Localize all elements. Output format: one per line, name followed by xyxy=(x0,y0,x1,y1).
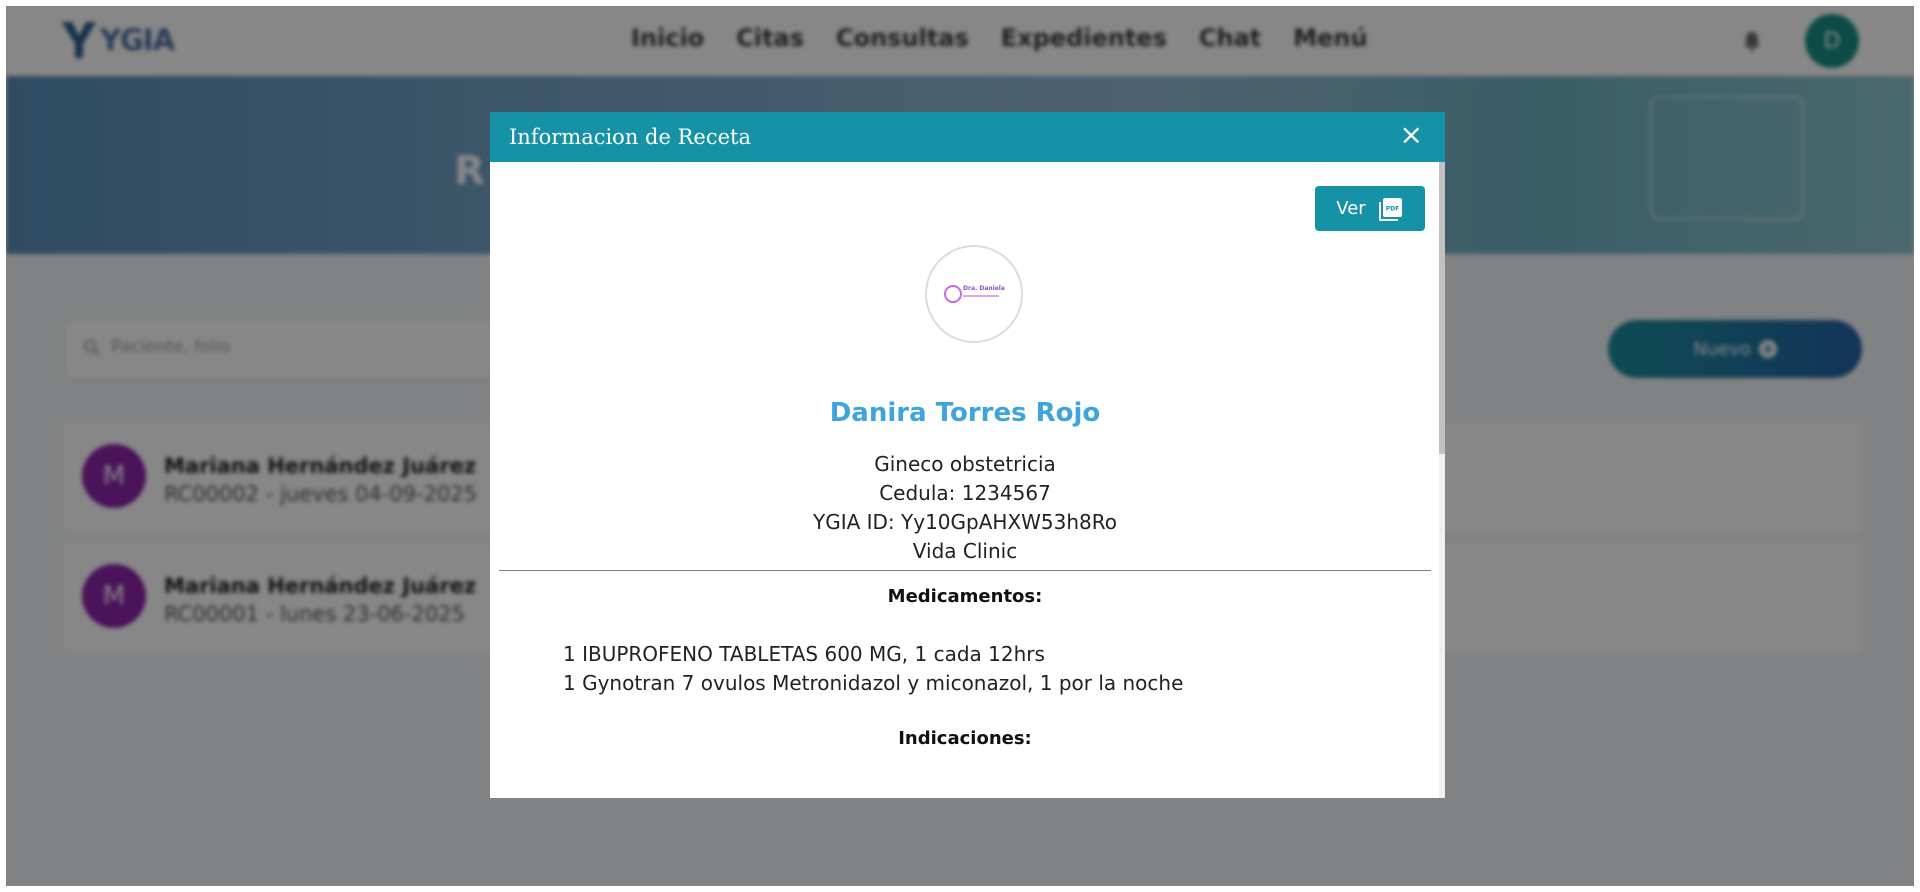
doctor-specialty: Gineco obstetricia xyxy=(874,452,1056,476)
clinic-logo: Dra. Daniela xyxy=(925,245,1023,343)
clinic-logo-mark xyxy=(944,285,962,303)
clinic-logo-text: Dra. Daniela xyxy=(963,285,1005,292)
prescription-modal: Informacion de Receta × Ver PDF Dra. Dan… xyxy=(490,112,1445,798)
pdf-icon: PDF xyxy=(1378,197,1402,221)
view-button-label: Ver xyxy=(1336,198,1366,219)
app-frame: YGIA Inicio Citas Consultas Expedientes … xyxy=(6,6,1914,886)
svg-text:PDF: PDF xyxy=(1385,205,1398,212)
view-pdf-button[interactable]: Ver PDF xyxy=(1315,186,1425,231)
indications-title: Indicaciones: xyxy=(898,728,1032,749)
doctor-name: Danira Torres Rojo xyxy=(829,398,1101,428)
medications-title: Medicamentos: xyxy=(887,586,1043,607)
doctor-ygia-id: YGIA ID: Yy10GpAHXW53h8Ro xyxy=(812,510,1118,534)
clinic-logo-underline xyxy=(963,295,999,297)
medication-item: 1 IBUPROFENO TABLETAS 600 MG, 1 cada 12h… xyxy=(563,642,1045,666)
medication-item: 1 Gynotran 7 ovulos Metronidazol y micon… xyxy=(563,671,1184,695)
doctor-license: Cedula: 1234567 xyxy=(879,481,1051,505)
close-icon[interactable]: × xyxy=(1400,121,1423,149)
scroll-thumb[interactable] xyxy=(1439,162,1445,454)
modal-body: Ver PDF Dra. Daniela Danira Torres Rojo … xyxy=(490,162,1445,798)
divider xyxy=(499,570,1431,571)
modal-header: Informacion de Receta × xyxy=(490,112,1445,162)
clinic-name: Vida Clinic xyxy=(912,539,1018,563)
modal-title: Informacion de Receta xyxy=(509,125,751,149)
